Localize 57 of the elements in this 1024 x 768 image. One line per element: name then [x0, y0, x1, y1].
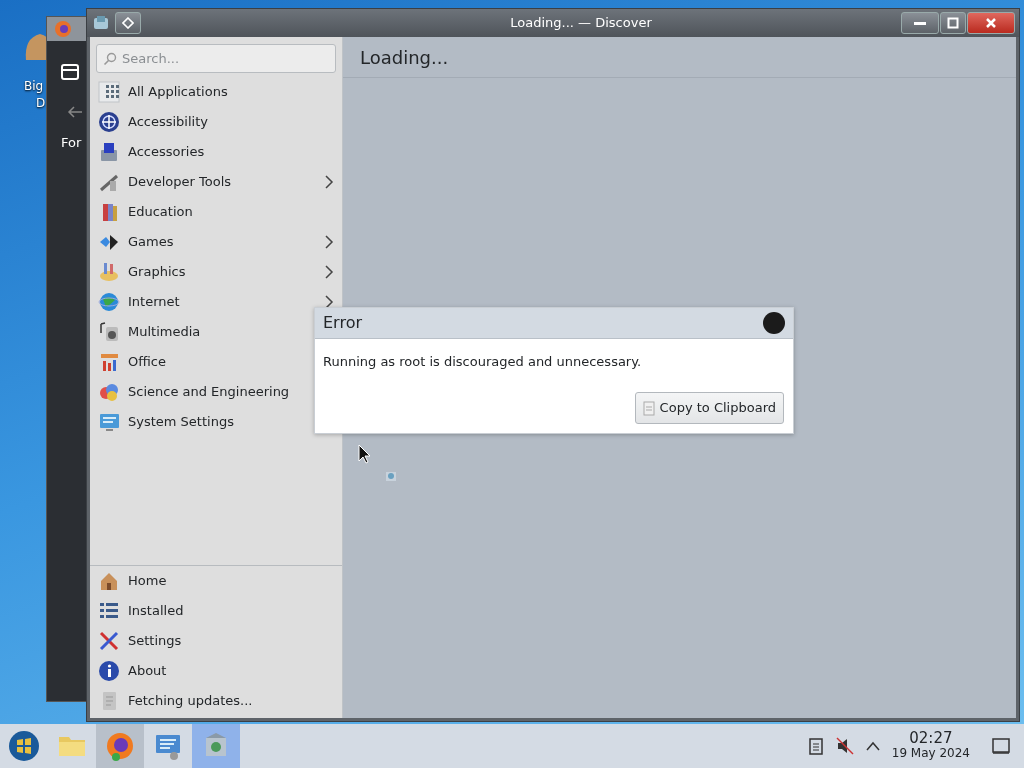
- monitor-icon: [98, 411, 120, 433]
- caret-up-icon[interactable]: [865, 741, 880, 751]
- sidebar-item[interactable]: Accessories: [90, 137, 219, 167]
- desktop-icon-label[interactable]: D: [36, 95, 46, 112]
- window-text: For: [61, 134, 83, 152]
- sidebar-item[interactable]: Accessibility: [90, 107, 222, 137]
- sidebar-item[interactable]: Home: [90, 566, 342, 596]
- clipboard-icon[interactable]: [807, 737, 824, 755]
- sidebar-item[interactable]: Multimedia: [90, 317, 215, 347]
- box-icon: [61, 63, 79, 80]
- search-field[interactable]: Search...: [96, 44, 336, 73]
- computer-icon: [98, 141, 120, 163]
- sidebar-item[interactable]: Education: [90, 197, 207, 227]
- tools-icon: [98, 630, 120, 652]
- house-icon: [98, 570, 120, 592]
- sidebar-item[interactable]: Settings: [90, 626, 342, 656]
- sidebar-item[interactable]: System Settings: [90, 407, 248, 437]
- minimize-icon: [914, 21, 926, 25]
- pin-button[interactable]: [115, 12, 141, 34]
- taskbar-item[interactable]: [96, 724, 144, 768]
- sidebar-item[interactable]: Developer Tools: [90, 167, 342, 197]
- close-icon: [985, 17, 997, 29]
- sidebar-item[interactable]: Graphics: [90, 257, 342, 287]
- close-button[interactable]: [967, 12, 1015, 34]
- copy-button[interactable]: Copy to Clipboard: [634, 392, 784, 424]
- grid-icon: [98, 81, 120, 103]
- clipboard-icon: [642, 400, 655, 416]
- browser-icon: [104, 730, 136, 762]
- muted-speaker-icon[interactable]: [835, 737, 854, 755]
- dialog-title: Error: [323, 312, 362, 334]
- browser-icon: [54, 20, 72, 38]
- sidebar-item[interactable]: Science and Engineering: [90, 377, 304, 407]
- maximize-icon: [947, 17, 959, 29]
- window-title: Loading... — Discover: [509, 14, 653, 33]
- app-icon: [93, 15, 109, 31]
- sidebar-item[interactable]: All Applications: [90, 77, 242, 107]
- sidebar-item[interactable]: Games: [90, 227, 342, 257]
- circles-icon: [98, 381, 120, 403]
- show-desktop-icon[interactable]: [992, 738, 1010, 754]
- sidebar-item[interactable]: About: [90, 656, 342, 686]
- mouse-pointer-icon: [358, 443, 370, 464]
- clock-date: 19 May 2024: [891, 746, 970, 761]
- info-icon: [98, 660, 120, 682]
- start-orb-icon: [8, 730, 40, 762]
- diamond-icon: [122, 17, 134, 29]
- back-arrow-icon[interactable]: [67, 104, 83, 119]
- sidebar-item[interactable]: Office: [90, 347, 180, 377]
- page-heading: Loading...: [360, 45, 449, 70]
- maximize-button[interactable]: [940, 12, 966, 34]
- dialog-message: Running as root is discouraged and unnecessary.: [322, 353, 643, 371]
- desktop-icon-label[interactable]: Big: [24, 78, 44, 95]
- sidebar-item[interactable]: Installed: [90, 596, 342, 626]
- sidebar-item[interactable]: Fetching updates...: [90, 686, 342, 716]
- minimize-button[interactable]: [901, 12, 939, 34]
- close-button[interactable]: [763, 312, 785, 334]
- chart-icon: [98, 351, 120, 373]
- clock-time: 02:27: [909, 731, 953, 746]
